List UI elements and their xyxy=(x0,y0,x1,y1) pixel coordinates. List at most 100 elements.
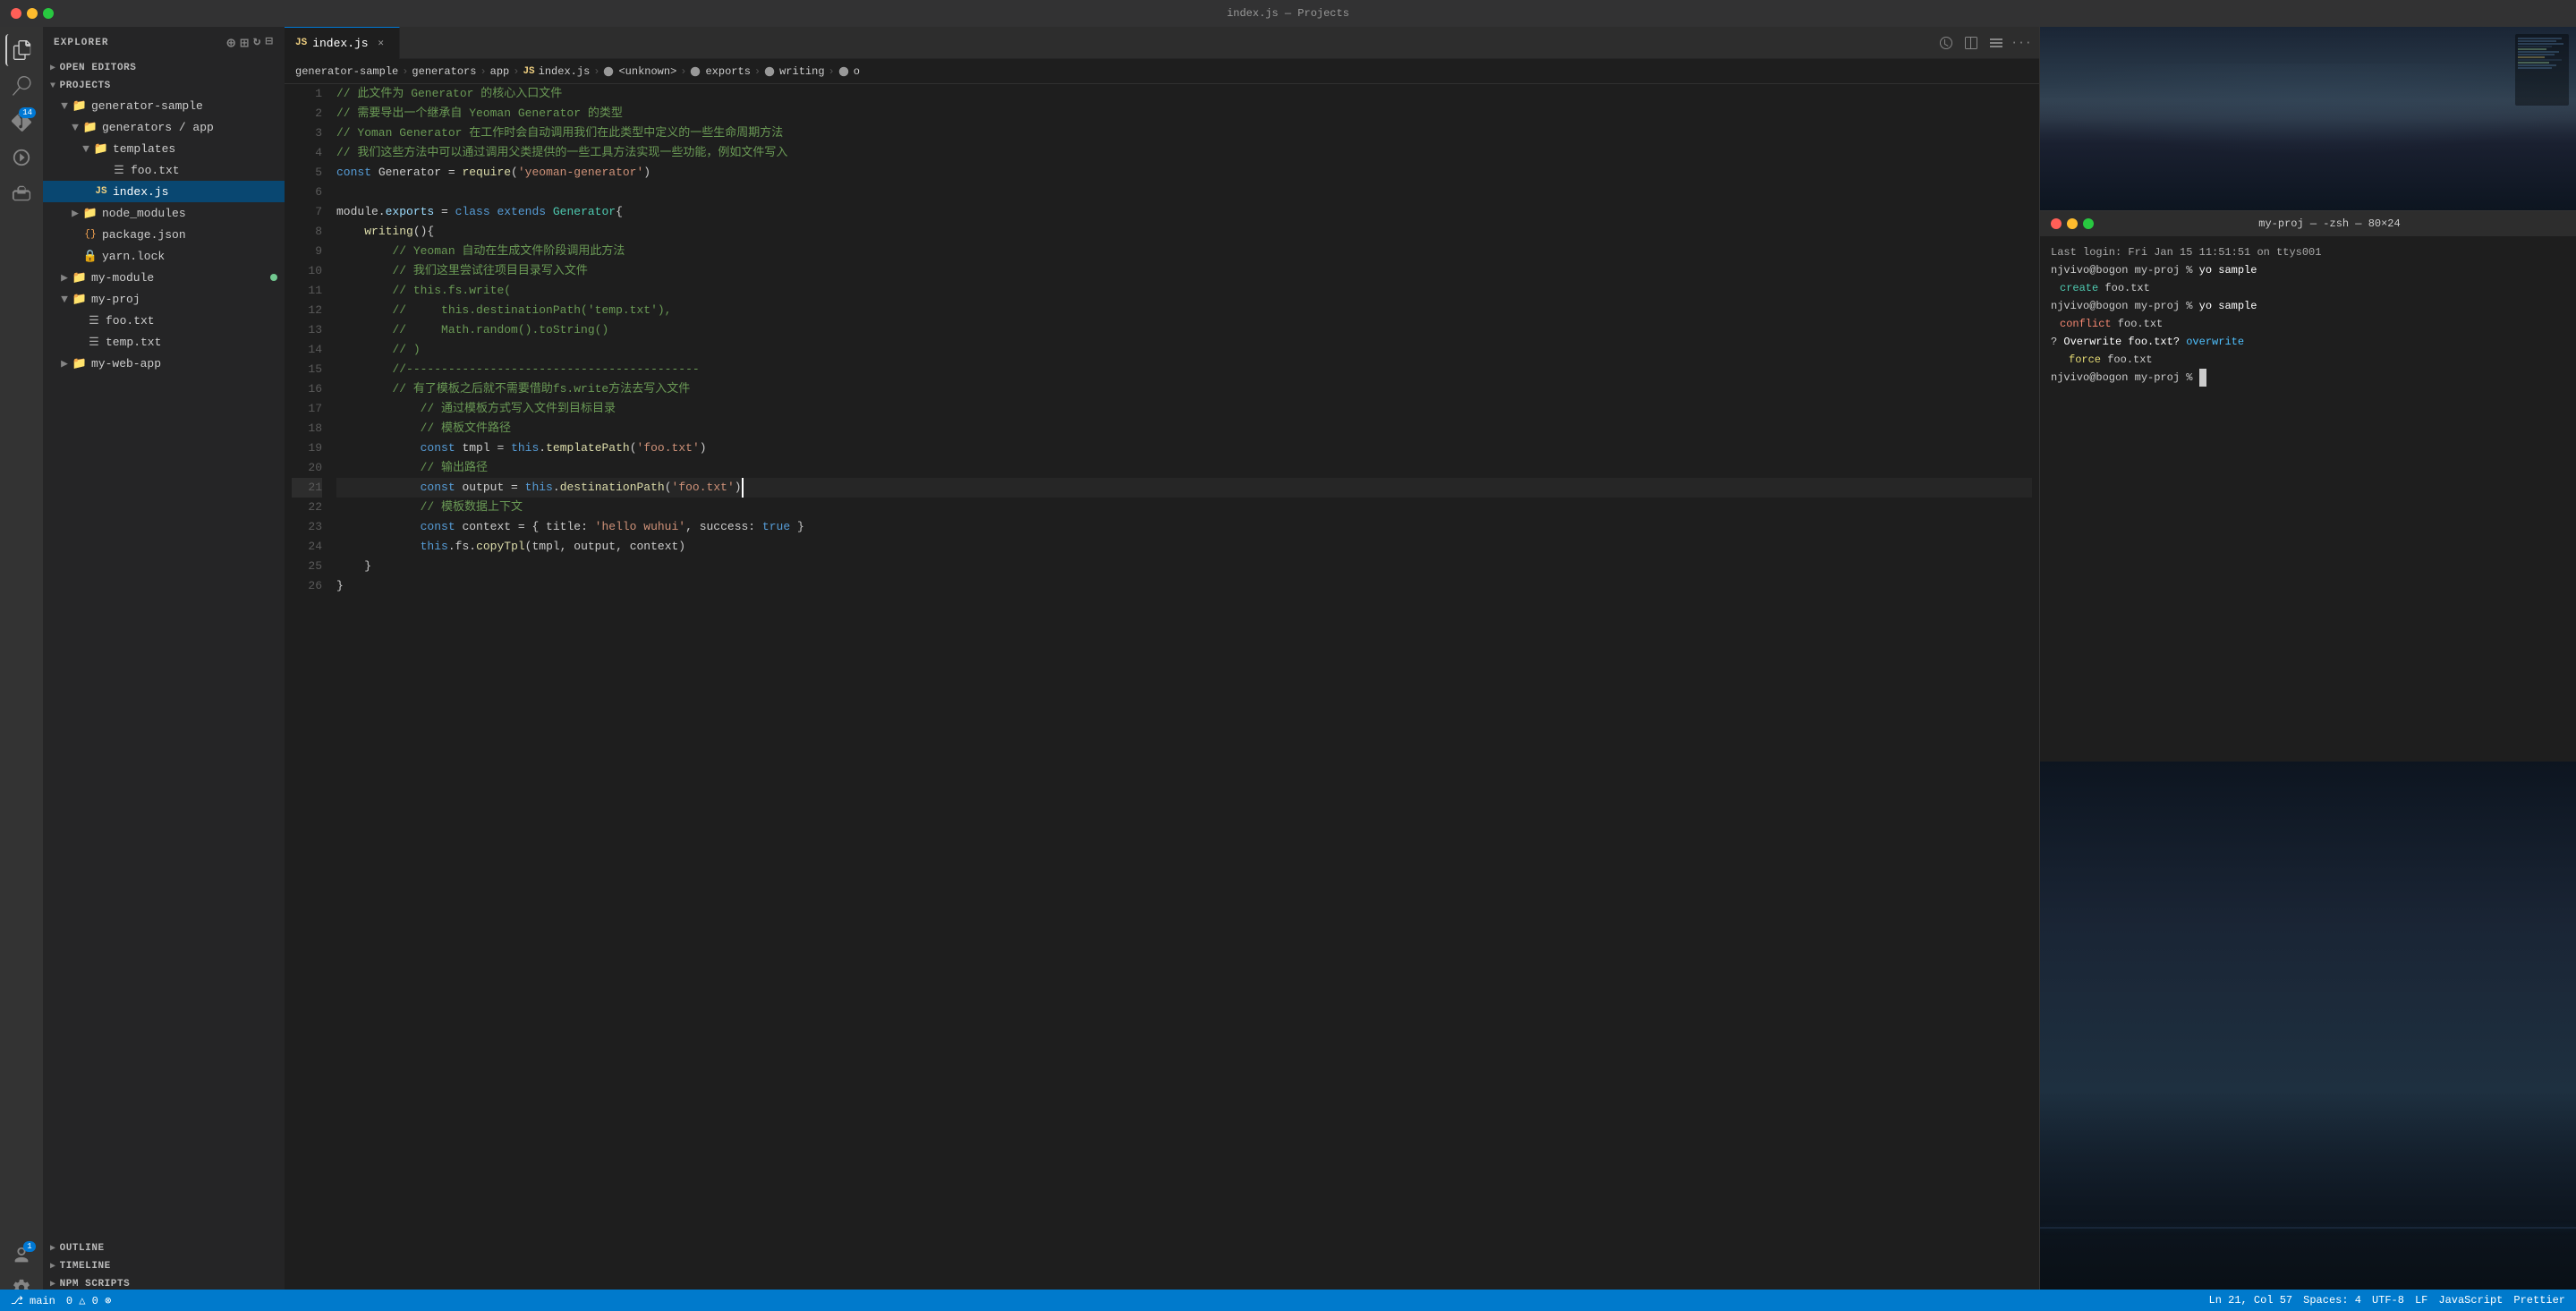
code-content[interactable]: // 此文件为 Generator 的核心入口文件 // 需要导出一个继承自 Y… xyxy=(329,84,2039,1311)
tree-item-generators-app[interactable]: ▼ 📁 generators / app xyxy=(43,116,285,138)
breadcrumb-o[interactable]: o xyxy=(838,65,860,78)
history-button[interactable] xyxy=(1935,32,1957,54)
window-controls[interactable] xyxy=(11,8,54,19)
term-min-dot[interactable] xyxy=(2067,218,2078,229)
git-badge: 14 xyxy=(19,107,36,118)
breadcrumb-index-js[interactable]: index.js xyxy=(539,65,591,78)
section-outline[interactable]: ▶ OUTLINE xyxy=(43,1239,285,1257)
breadcrumb-generators[interactable]: generators xyxy=(412,65,476,78)
breadcrumb-generator-sample[interactable]: generator-sample xyxy=(295,65,398,78)
tree-item-my-module[interactable]: ▶ 📁 my-module xyxy=(43,267,285,288)
refresh-icon[interactable]: ↻ xyxy=(253,34,262,52)
tree-item-my-proj[interactable]: ▼ 📁 my-proj xyxy=(43,288,285,310)
code-line-22: // 模板数据上下文 xyxy=(336,498,2032,517)
code-line-2: // 需要导出一个继承自 Yeoman Generator 的类型 xyxy=(336,104,2032,123)
terminal-content[interactable]: Last login: Fri Jan 15 11:51:51 on ttys0… xyxy=(2040,236,2576,762)
cursor-position-status[interactable]: Ln 21, Col 57 xyxy=(2209,1294,2293,1307)
breadcrumb-sep: › xyxy=(593,65,599,78)
tree-item-templates[interactable]: ▼ 📁 templates xyxy=(43,138,285,159)
lock-file-icon: 🔒 xyxy=(82,248,98,264)
activity-extensions[interactable] xyxy=(5,177,38,209)
top-image-panel xyxy=(2040,27,2576,210)
folder-chevron-icon: ▶ xyxy=(57,270,72,285)
breadcrumb-unknown[interactable]: <unknown> xyxy=(603,65,676,78)
activity-explorer[interactable] xyxy=(5,34,38,66)
section-timeline[interactable]: ▶ TIMELINE xyxy=(43,1257,285,1275)
activity-run[interactable] xyxy=(5,141,38,174)
term-line-4: njvivo@bogon my-proj % yo sample xyxy=(2051,297,2565,315)
language-status[interactable]: JavaScript xyxy=(2438,1294,2503,1307)
new-folder-icon[interactable]: ⊞ xyxy=(240,34,250,52)
breadcrumb-js-icon[interactable]: JS xyxy=(523,66,534,77)
term-max-dot[interactable] xyxy=(2083,218,2094,229)
tree-label: my-module xyxy=(91,271,154,285)
code-line-20: // 输出路径 xyxy=(336,458,2032,478)
tree-item-index-js[interactable]: ▶ JS index.js xyxy=(43,181,285,202)
chevron-right-icon: ▶ xyxy=(50,63,56,73)
code-line-15: //--------------------------------------… xyxy=(336,360,2032,379)
tree-item-my-proj-foo[interactable]: ▶ ☰ foo.txt xyxy=(43,310,285,331)
tree-item-generator-sample[interactable]: ▼ 📁 generator-sample xyxy=(43,95,285,116)
tab-index-js[interactable]: JS index.js ✕ xyxy=(285,27,400,59)
tree-label: my-proj xyxy=(91,293,140,306)
section-open-editors[interactable]: ▶ OPEN EDITORS xyxy=(43,59,285,77)
folder-icon: 📁 xyxy=(72,98,88,114)
tree-item-node-modules[interactable]: ▶ 📁 node_modules xyxy=(43,202,285,224)
code-line-1: // 此文件为 Generator 的核心入口文件 xyxy=(336,84,2032,104)
status-right: Ln 21, Col 57 Spaces: 4 UTF-8 LF JavaScr… xyxy=(2209,1294,2565,1307)
code-line-3: // Yoman Generator 在工作时会自动调用我们在此类型中定义的一些… xyxy=(336,123,2032,143)
tab-close-button[interactable]: ✕ xyxy=(374,36,388,50)
git-branch-status[interactable]: ⎇ main xyxy=(11,1294,55,1307)
encoding-status[interactable]: UTF-8 xyxy=(2372,1294,2404,1307)
more-actions-button[interactable]: ··· xyxy=(2011,32,2032,54)
code-line-25: } xyxy=(336,557,2032,576)
term-line-8: njvivo@bogon my-proj % xyxy=(2051,369,2565,387)
tree-item-my-web-app[interactable]: ▶ 📁 my-web-app xyxy=(43,353,285,374)
term-close-dot[interactable] xyxy=(2051,218,2062,229)
chevron-right-icon: ▶ xyxy=(50,1243,56,1254)
split-editor-button[interactable] xyxy=(1960,32,1982,54)
section-projects[interactable]: ▼ PROJECTS xyxy=(43,77,285,95)
term-line-7: force foo.txt xyxy=(2051,351,2565,369)
breadcrumb-exports[interactable]: exports xyxy=(690,65,750,78)
folder-icon: 📁 xyxy=(72,291,88,307)
tree-item-yarn-lock[interactable]: ▶ 🔒 yarn.lock xyxy=(43,245,285,267)
formatter-status[interactable]: Prettier xyxy=(2513,1294,2565,1307)
sidebar: Explorer ⊕ ⊞ ↻ ⊟ ▶ OPEN EDITORS ▼ PROJEC… xyxy=(43,27,285,1311)
error-warning-status[interactable]: 0 △ 0 ⊗ xyxy=(66,1294,111,1307)
tree-item-foo-txt[interactable]: ▶ ☰ foo.txt xyxy=(43,159,285,181)
indentation-status[interactable]: Spaces: 4 xyxy=(2303,1294,2361,1307)
breadcrumb-sep: › xyxy=(680,65,686,78)
activity-search[interactable] xyxy=(5,70,38,102)
activity-git[interactable]: 14 xyxy=(5,106,38,138)
close-button[interactable] xyxy=(11,8,21,19)
minimize-button[interactable] xyxy=(27,8,38,19)
folder-icon: 📁 xyxy=(72,355,88,371)
tree-item-package-json[interactable]: ▶ {} package.json xyxy=(43,224,285,245)
code-line-12: // this.destinationPath('temp.txt'), xyxy=(336,301,2032,320)
code-editor[interactable]: 12345 678910 1112131415 1617181920 21 22… xyxy=(285,84,2039,1311)
folder-chevron-icon: ▼ xyxy=(68,120,82,134)
bottom-image-panel: https://blog.csdn.net/weixin_38550182 xyxy=(2040,762,2576,1311)
editor-area: JS index.js ✕ ··· generato xyxy=(285,27,2039,1311)
code-line-10: // 我们这里尝试往项目目录写入文件 xyxy=(336,261,2032,281)
sidebar-header-icons: ⊕ ⊞ ↻ ⊟ xyxy=(226,34,274,52)
breadcrumb-writing[interactable]: writing xyxy=(764,65,824,78)
code-line-13: // Math.random().toString() xyxy=(336,320,2032,340)
chevron-right-icon: ▶ xyxy=(50,1279,56,1290)
maximize-button[interactable] xyxy=(43,8,54,19)
js-icon: JS xyxy=(295,38,307,48)
terminal-panel: my-proj — -zsh — 80×24 Last login: Fri J… xyxy=(2040,210,2576,762)
line-numbers: 12345 678910 1112131415 1617181920 21 22… xyxy=(285,84,329,1311)
collapse-icon[interactable]: ⊟ xyxy=(265,34,274,52)
new-file-icon[interactable]: ⊕ xyxy=(226,34,236,52)
tree-item-temp-txt[interactable]: ▶ ☰ temp.txt xyxy=(43,331,285,353)
layout-button[interactable] xyxy=(1985,32,2007,54)
tree-label: foo.txt xyxy=(106,314,155,328)
eol-status[interactable]: LF xyxy=(2415,1294,2427,1307)
js-file-icon: JS xyxy=(93,183,109,200)
code-line-18: // 模板文件路径 xyxy=(336,419,2032,438)
breadcrumb-app[interactable]: app xyxy=(490,65,510,78)
code-line-6 xyxy=(336,183,2032,202)
activity-account[interactable]: 1 xyxy=(5,1239,38,1272)
